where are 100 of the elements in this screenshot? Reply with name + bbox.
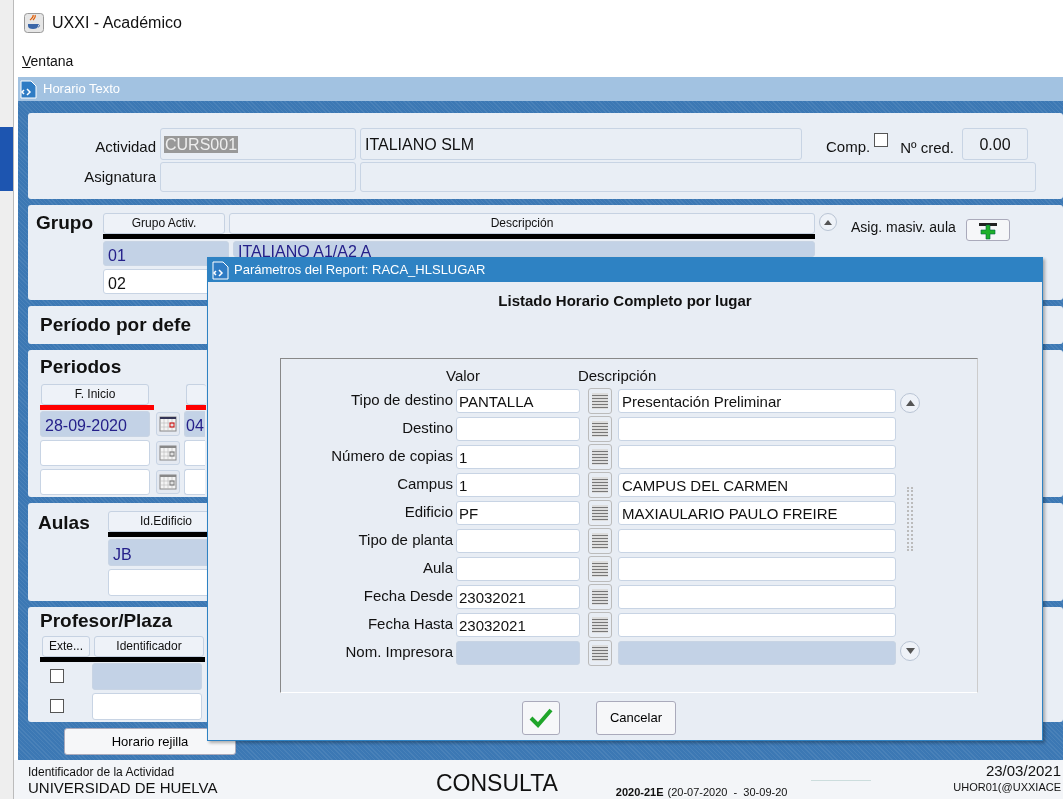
- value-field[interactable]: PF: [456, 500, 580, 525]
- value-field[interactable]: 1: [456, 472, 580, 497]
- column-header: Identificador: [94, 635, 204, 657]
- down-arrow-icon: [905, 647, 915, 654]
- section-title: Grupo: [36, 211, 94, 235]
- date-field[interactable]: 28-09-2020: [40, 410, 150, 437]
- param-label: Tipo de destino: [350, 390, 454, 411]
- date-label: 23/03/2021: [984, 762, 1061, 779]
- description-field[interactable]: [618, 528, 896, 553]
- column-header: Valor: [446, 365, 480, 386]
- description-field[interactable]: [618, 584, 896, 609]
- checkbox[interactable]: [874, 133, 889, 147]
- date-field[interactable]: [184, 439, 205, 466]
- field-label: Actividad: [94, 136, 156, 157]
- table-cell: ITALIANO A1/A2 A: [233, 241, 815, 257]
- field-label: Asig. masiv. aula: [851, 218, 956, 237]
- add-button[interactable]: [965, 219, 1010, 241]
- section-title: Profesor/Plaza: [40, 609, 172, 633]
- section-title: Aulas: [38, 511, 91, 535]
- scroll-up-button[interactable]: [819, 213, 837, 231]
- column-header: Exte...: [42, 635, 90, 657]
- required-marker: [186, 404, 206, 410]
- date-field[interactable]: [40, 468, 150, 495]
- column-header: F. Inicio: [41, 383, 149, 405]
- scroll-thumb[interactable]: [907, 486, 913, 551]
- coffee-cup-icon: [24, 13, 44, 33]
- column-header: Descripción: [229, 213, 815, 234]
- table-cell: 01: [103, 241, 229, 266]
- period-range: (20-07-2020 - 30-09-20: [667, 785, 788, 799]
- param-label: Número de copias: [330, 446, 454, 467]
- field-label: Nº cred.: [900, 137, 954, 158]
- checkbox[interactable]: [50, 669, 64, 683]
- description-field[interactable]: [618, 444, 896, 469]
- param-label: Tipo de planta: [357, 530, 454, 551]
- param-label: Destino: [401, 418, 454, 439]
- date-field[interactable]: [40, 439, 150, 466]
- list-button[interactable]: [588, 443, 612, 470]
- calendar-icon: [159, 415, 177, 432]
- param-label: Nom. Impresora: [344, 642, 454, 663]
- window-title: UXXI - Académico: [52, 13, 182, 33]
- value-field[interactable]: 23032021: [456, 584, 580, 609]
- field-label: Asignatura: [83, 166, 156, 187]
- name-field[interactable]: ITALIANO SLM: [360, 128, 802, 160]
- value-field[interactable]: [456, 556, 580, 581]
- calendar-icon: [159, 444, 177, 461]
- up-arrow-icon: [905, 399, 915, 406]
- list-button[interactable]: [588, 639, 612, 666]
- field-hint: Identificador de la Actividad: [28, 765, 176, 780]
- date-field[interactable]: [184, 468, 205, 495]
- param-label: Campus: [396, 474, 454, 495]
- menu-item[interactable]: Ventana: [22, 51, 74, 72]
- period-code: 2020-21E: [615, 785, 664, 799]
- description-field[interactable]: [618, 556, 896, 581]
- ok-button[interactable]: [522, 700, 560, 735]
- description-field[interactable]: MAXIAULARIO PAULO FREIRE: [618, 500, 896, 525]
- list-button[interactable]: [588, 555, 612, 582]
- dialog-heading: Listado Horario Completo por lugar: [497, 291, 753, 311]
- grid-schedule-button[interactable]: Horario rejilla: [64, 728, 236, 755]
- list-button[interactable]: [588, 527, 612, 554]
- plus-icon: [976, 221, 999, 240]
- description-field[interactable]: CAMPUS DEL CARMEN: [618, 472, 896, 497]
- credits-field[interactable]: 0.00: [962, 128, 1028, 160]
- param-label: Fecha Desde: [362, 586, 454, 607]
- form-title: Horario Texto: [43, 80, 121, 99]
- list-button[interactable]: [588, 499, 612, 526]
- param-label: Aula: [421, 558, 454, 579]
- subject-name-field[interactable]: [360, 162, 1036, 192]
- value-field[interactable]: PANTALLA: [456, 388, 580, 413]
- param-label: Edificio: [403, 502, 454, 523]
- list-button[interactable]: [588, 471, 612, 498]
- value-field[interactable]: [456, 528, 580, 553]
- list-button[interactable]: [588, 387, 612, 414]
- value-field[interactable]: [456, 416, 580, 441]
- field-label: Comp.: [826, 136, 871, 157]
- cancel-button[interactable]: Cancelar: [596, 700, 676, 735]
- section-title: Periodos: [40, 355, 122, 379]
- dialog-title: Parámetros del Report: RACA_HLSLUGAR: [234, 261, 486, 280]
- value-field[interactable]: 23032021: [456, 612, 580, 637]
- checkbox[interactable]: [50, 699, 64, 713]
- checkmark-icon: [529, 707, 553, 728]
- description-field[interactable]: [618, 612, 896, 637]
- mode-label: CONSULTA: [436, 769, 558, 798]
- form-icon: [20, 79, 37, 99]
- scroll-down-button[interactable]: [900, 640, 920, 661]
- scroll-up-button[interactable]: [900, 392, 920, 413]
- value-field[interactable]: 1: [456, 444, 580, 469]
- date-field[interactable]: 04: [184, 410, 205, 437]
- user-label: UHOR01(@UXXIACE: [953, 780, 1061, 795]
- up-arrow-icon: [824, 219, 832, 225]
- section-title: Período por defe: [40, 313, 191, 337]
- list-button[interactable]: [588, 415, 612, 442]
- description-field[interactable]: [618, 416, 896, 441]
- calendar-button[interactable]: [156, 411, 180, 436]
- column-header: Descripción: [577, 365, 657, 386]
- description-field[interactable]: Presentación Preliminar: [618, 388, 896, 413]
- list-button[interactable]: [588, 611, 612, 638]
- subject-code-field[interactable]: [160, 162, 356, 192]
- list-button[interactable]: [588, 583, 612, 610]
- calendar-icon: [159, 473, 177, 490]
- param-label: Fecha Hasta: [366, 614, 454, 635]
